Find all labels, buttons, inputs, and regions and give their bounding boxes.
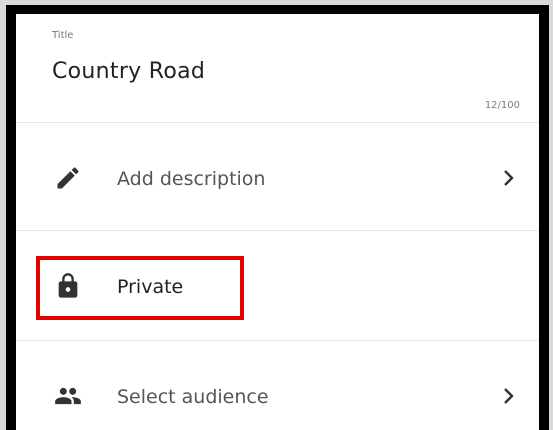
people-icon (54, 382, 82, 410)
privacy-label: Private (117, 276, 184, 298)
add-description-label: Add description (117, 168, 266, 190)
title-input[interactable]: Country Road (52, 59, 205, 84)
video-details-panel: Title Country Road 12/100 Add descriptio… (16, 14, 539, 430)
select-audience-row[interactable]: Select audience (16, 342, 539, 430)
character-count: 12/100 (484, 100, 520, 111)
lock-icon (54, 272, 82, 300)
chevron-right-icon (502, 387, 516, 405)
divider (16, 230, 539, 231)
title-field-label: Title (52, 30, 74, 41)
screenshot-frame: Title Country Road 12/100 Add descriptio… (6, 5, 549, 430)
select-audience-label: Select audience (117, 386, 269, 408)
chevron-right-icon (502, 169, 516, 187)
pencil-icon (54, 164, 82, 192)
privacy-row[interactable]: Private (16, 232, 539, 336)
add-description-row[interactable]: Add description (16, 124, 539, 228)
title-field[interactable]: Title Country Road 12/100 (16, 14, 539, 122)
divider (16, 340, 539, 341)
divider (16, 122, 539, 123)
